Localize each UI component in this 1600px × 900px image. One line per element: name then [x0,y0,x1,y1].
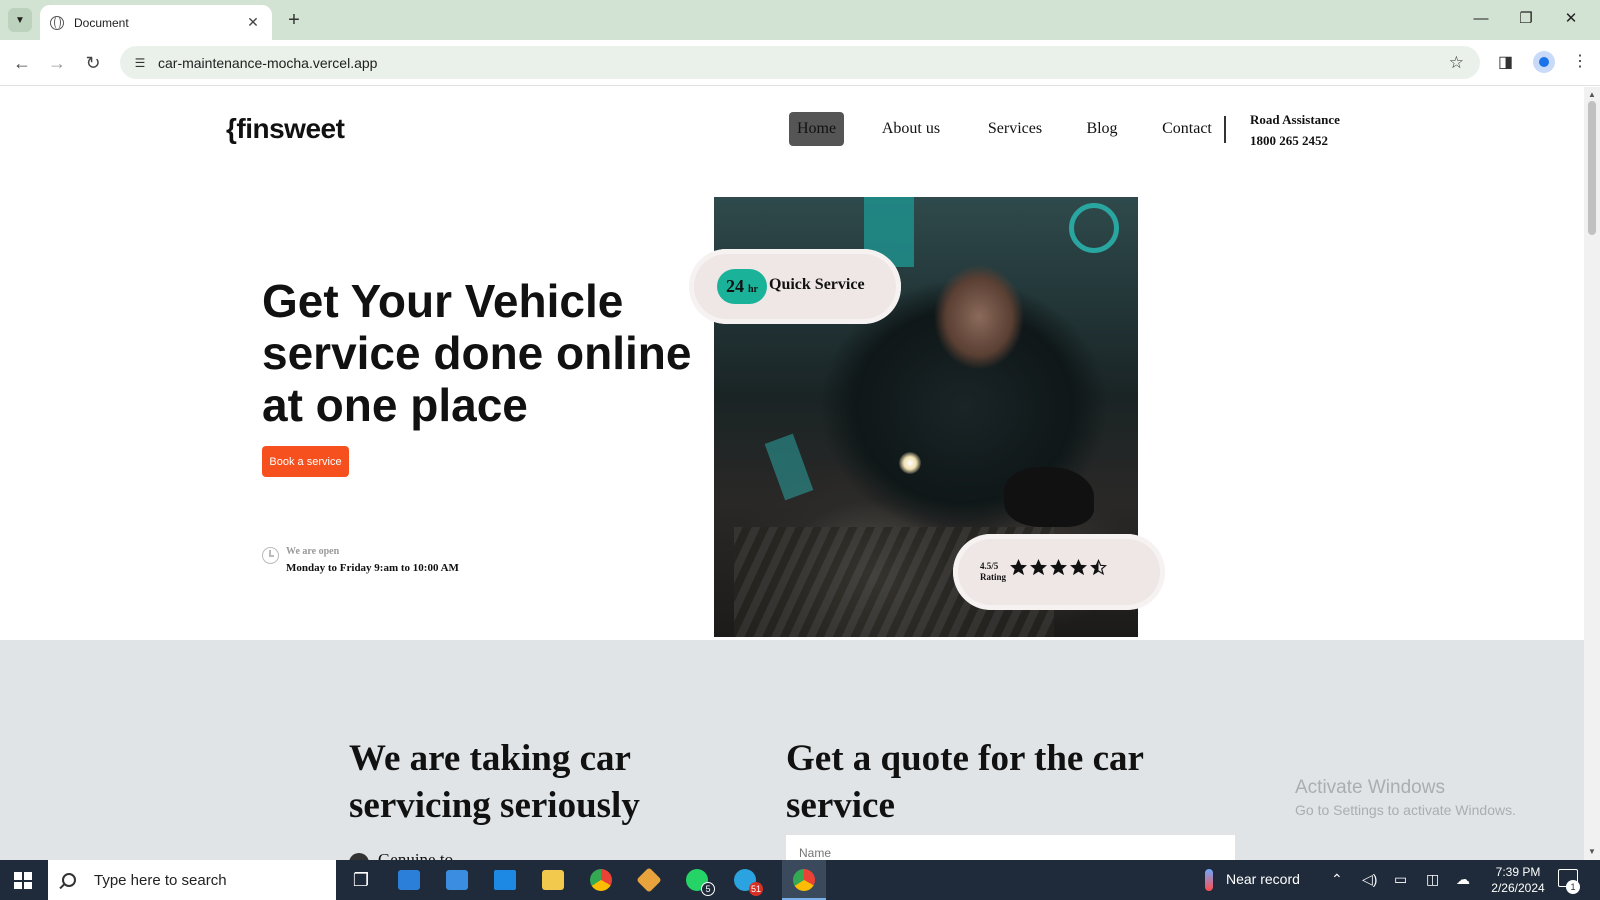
road-assistance: Road Assistance 1800 265 2452 [1250,109,1340,151]
system-clock[interactable]: 7:39 PM 2/26/2024 [1486,864,1550,896]
hero-title: Get Your Vehicle service done online at … [262,275,692,431]
taskbar-search-text: Type here to search [94,871,227,889]
scroll-up-icon[interactable]: ▲ [1588,90,1596,99]
vscode-icon[interactable] [491,866,519,894]
page-viewport: {finsweet Home About us Services Blog Co… [0,87,1584,860]
road-assistance-label: Road Assistance [1250,112,1340,127]
clock-icon [262,547,279,564]
road-assistance-phone[interactable]: 1800 265 2452 [1250,130,1340,151]
notification-count: 1 [1566,880,1580,894]
quick-service-text: Quick Service [769,276,865,293]
minimize-icon[interactable]: — [1466,6,1496,32]
telegram-count: 51 [748,882,763,896]
clock-date: 2/26/2024 [1491,881,1545,895]
browser-tab[interactable]: Document ✕ [40,5,272,40]
file-explorer-icon[interactable] [539,866,567,894]
rating-score-block: 4.5/5 Rating [980,561,1006,583]
show-hidden-icons-icon[interactable]: ⌃ [1331,871,1343,888]
badge-unit: hr [748,284,758,295]
activate-windows-watermark: Activate Windows Go to Settings to activ… [1295,777,1516,818]
page-scrollbar[interactable]: ▲ ▼ [1584,87,1600,860]
globe-icon [50,15,64,30]
windows-start-icon[interactable] [14,872,32,889]
task-view-icon[interactable]: ❐ [347,866,375,894]
meet-icon[interactable]: ◫ [1426,871,1439,888]
thermometer-icon [1205,869,1213,891]
browser-toolbar: ← → ↻ ☰ car-maintenance-mocha.vercel.app… [0,40,1600,86]
nav-contact[interactable]: Contact [1157,112,1217,146]
search-icon [62,873,76,887]
star-full-icon [1070,559,1087,576]
onedrive-cloud-icon[interactable]: ☁ [1456,871,1470,888]
badge-number: 24 [726,276,744,296]
whatsapp-count: 5 [701,882,715,896]
scroll-thumb[interactable] [1588,101,1596,235]
scroll-down-icon[interactable]: ▼ [1588,847,1596,856]
volume-icon[interactable]: ◁) [1362,871,1377,888]
windows-taskbar: Type here to search ❐ 5 51 Near record ⌃… [0,860,1600,900]
browser-tab-bar: ▼ Document ✕ + — ❐ ✕ [0,0,1600,40]
tab-title: Document [74,15,129,30]
nav-home[interactable]: Home [789,112,844,146]
quote-section: We are taking car servicing seriously Ge… [0,640,1584,860]
window-close-icon[interactable]: ✕ [1556,6,1586,32]
site-logo[interactable]: {finsweet [226,113,345,145]
clock-time: 7:39 PM [1495,865,1541,879]
taskbar-search[interactable]: Type here to search [48,860,336,900]
hours-badge: 24 hr [717,269,767,304]
rating-badge: 4.5/5 Rating [953,534,1165,610]
watermark-line2: Go to Settings to activate Windows. [1295,802,1516,818]
weather-text[interactable]: Near record [1226,871,1300,887]
address-bar[interactable]: ☰ car-maintenance-mocha.vercel.app ☆ [120,46,1480,79]
restore-icon[interactable]: ❐ [1511,6,1541,32]
reload-icon[interactable]: ↻ [79,49,107,77]
check-circle-icon [349,853,369,860]
rating-stars [1010,559,1107,576]
site-settings-icon[interactable]: ☰ [130,53,150,73]
rating-label: Rating [980,572,1007,582]
section-left-title: We are taking car servicing seriously [349,738,640,826]
back-arrow-icon[interactable]: ← [8,49,36,77]
quick-service-badge: 24 hr Quick Service [689,249,901,324]
git-icon[interactable] [635,866,663,894]
profile-avatar-icon[interactable] [1533,51,1555,73]
new-tab-icon[interactable]: + [282,8,306,32]
nav-services[interactable]: Services [979,112,1051,146]
whatsapp-icon[interactable]: 5 [683,866,715,896]
nav-blog[interactable]: Blog [1080,112,1124,146]
telegram-icon[interactable]: 51 [731,866,763,896]
section-right-title: Get a quote for the car service [786,738,1144,826]
nav-divider [1224,116,1226,143]
chrome-icon[interactable] [587,866,615,894]
star-full-icon [1010,559,1027,576]
star-full-icon [1050,559,1067,576]
mail-icon[interactable] [443,866,471,894]
bookmark-star-icon[interactable]: ☆ [1449,53,1464,73]
url-text[interactable]: car-maintenance-mocha.vercel.app [158,55,1449,71]
star-half-icon [1090,559,1107,576]
tab-search-chevron-icon[interactable]: ▼ [8,8,32,32]
browser-menu-icon[interactable]: ⋮ [1572,51,1588,71]
bullet-text: Genuine to ... [378,850,471,860]
book-service-button[interactable]: Book a service [262,446,349,477]
tab-close-icon[interactable]: ✕ [244,14,262,31]
side-panel-icon[interactable]: ◨ [1498,52,1513,72]
star-full-icon [1030,559,1047,576]
open-hours: Monday to Friday 9:am to 10:00 AM [286,562,459,574]
rating-score: 4.5/5 [980,561,999,571]
forward-arrow-icon[interactable]: → [43,49,71,77]
chrome-active-icon[interactable] [790,866,818,894]
open-label: We are open [286,546,340,557]
battery-icon[interactable]: ▭ [1394,871,1407,888]
name-field[interactable] [786,835,1235,860]
store-icon[interactable] [395,866,423,894]
nav-about-us[interactable]: About us [872,112,950,146]
watermark-line1: Activate Windows [1295,777,1445,798]
